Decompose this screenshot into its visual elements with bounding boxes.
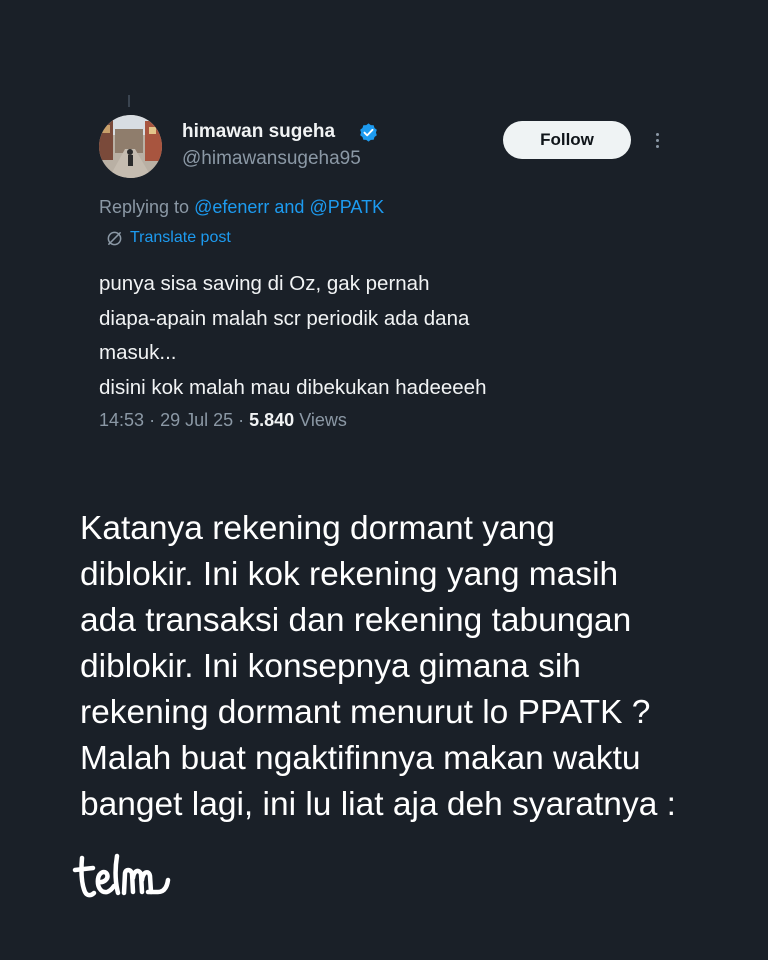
caption-line: ada transaksi dan rekening tabungan — [80, 602, 632, 639]
tweet-text-line: punya sisa saving di Oz, gak pernah — [99, 272, 430, 295]
tweet-text-line: disini kok malah mau dibekukan hadeeeeh — [99, 375, 487, 399]
author-name[interactable]: himawan sugeha — [182, 121, 335, 143]
caption-text: Katanya rekening dormant yang diblokir. … — [80, 506, 720, 828]
replying-to-label: Replying to — [99, 197, 190, 217]
verified-badge-icon — [360, 123, 377, 142]
caption-line: banget lagi, ini lu liat aja deh syaratn… — [80, 786, 676, 823]
thread-connector-line — [128, 95, 130, 107]
avatar[interactable] — [99, 115, 162, 178]
replying-to: Replying to @efenerr and @PPATK — [99, 197, 384, 218]
caption-line: rekening dormant menurut lo PPATK ? — [80, 694, 651, 731]
tweet-text-line: diapa-apain malah scr periodik ada dana — [99, 306, 470, 330]
reply-conjunction: and — [274, 197, 305, 217]
follow-button[interactable]: Follow — [503, 121, 631, 159]
caption-line: Katanya rekening dormant yang — [80, 510, 555, 547]
mention-link[interactable]: @PPATK — [309, 197, 384, 217]
tweet-date[interactable]: 29 Jul 25 — [160, 410, 233, 430]
caption-line: diblokir. Ini kok rekening yang masih — [80, 556, 619, 593]
tweet-time[interactable]: 14:53 — [99, 410, 144, 430]
views-count: 5.840 — [249, 410, 295, 430]
author-handle[interactable]: @himawansugeha95 — [182, 148, 361, 170]
tweet-text-line: masuk... — [99, 341, 177, 364]
tweet-text: punya sisa saving di Oz, gak pernah diap… — [99, 267, 639, 405]
mention-link[interactable]: @efenerr — [194, 197, 269, 217]
meta-separator: · — [149, 410, 161, 430]
translate-post-label: Translate post — [130, 229, 231, 246]
caption-line: diblokir. Ini konsepnya gimana sih — [80, 648, 581, 685]
more-vertical-icon[interactable] — [648, 127, 666, 153]
caption-line: Malah buat ngaktifinnya makan waktu — [80, 740, 641, 777]
brand-logo — [72, 853, 171, 898]
avatar-photo — [99, 115, 162, 178]
globe-icon — [107, 231, 122, 245]
views-label: Views — [299, 410, 347, 430]
meta-separator: · — [238, 410, 250, 430]
translate-post-link[interactable]: Translate post — [106, 229, 231, 247]
tweet-metadata: 14:53 · 29 Jul 25 · 5.840 Views — [99, 410, 347, 431]
